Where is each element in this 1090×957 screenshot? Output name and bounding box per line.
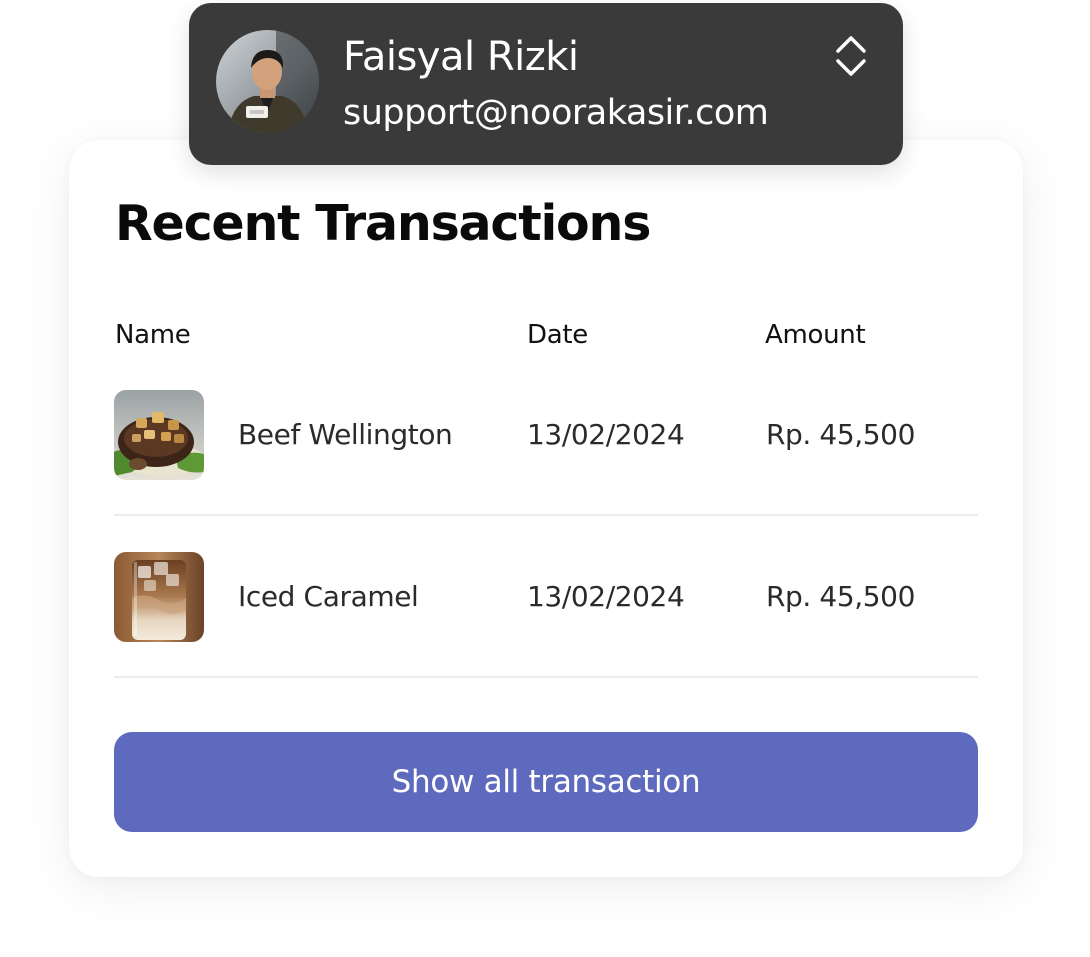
transaction-amount: Rp. 45,500	[766, 418, 916, 451]
account-name: Faisyal Rizki	[343, 34, 579, 80]
account-switcher[interactable]: Faisyal Rizki support@noorakasir.com	[189, 3, 903, 165]
account-email: support@noorakasir.com	[343, 93, 769, 133]
transaction-amount: Rp. 45,500	[766, 580, 916, 613]
user-avatar	[216, 30, 319, 133]
transaction-date: 13/02/2024	[527, 418, 685, 451]
chevron-up-down-icon[interactable]	[830, 33, 872, 79]
transaction-row[interactable]: Iced Caramel 13/02/2024 Rp. 45,500	[114, 552, 978, 642]
row-divider	[114, 676, 978, 678]
show-all-transactions-button[interactable]: Show all transaction	[114, 732, 978, 832]
column-header-name: Name	[115, 320, 191, 350]
transaction-date: 13/02/2024	[527, 580, 685, 613]
transaction-row[interactable]: Beef Wellington 13/02/2024 Rp. 45,500	[114, 390, 978, 480]
column-header-amount: Amount	[765, 320, 866, 350]
column-header-date: Date	[527, 320, 588, 350]
row-divider	[114, 514, 978, 516]
beef-wellington-thumbnail	[114, 390, 204, 480]
iced-caramel-thumbnail	[114, 552, 204, 642]
page: Recent Transactions Name Date Amount Bee…	[0, 0, 1090, 957]
recent-transactions-card: Recent Transactions Name Date Amount Bee…	[69, 140, 1023, 877]
card-title: Recent Transactions	[115, 195, 651, 252]
transaction-name: Iced Caramel	[238, 580, 419, 613]
transaction-name: Beef Wellington	[238, 418, 453, 451]
